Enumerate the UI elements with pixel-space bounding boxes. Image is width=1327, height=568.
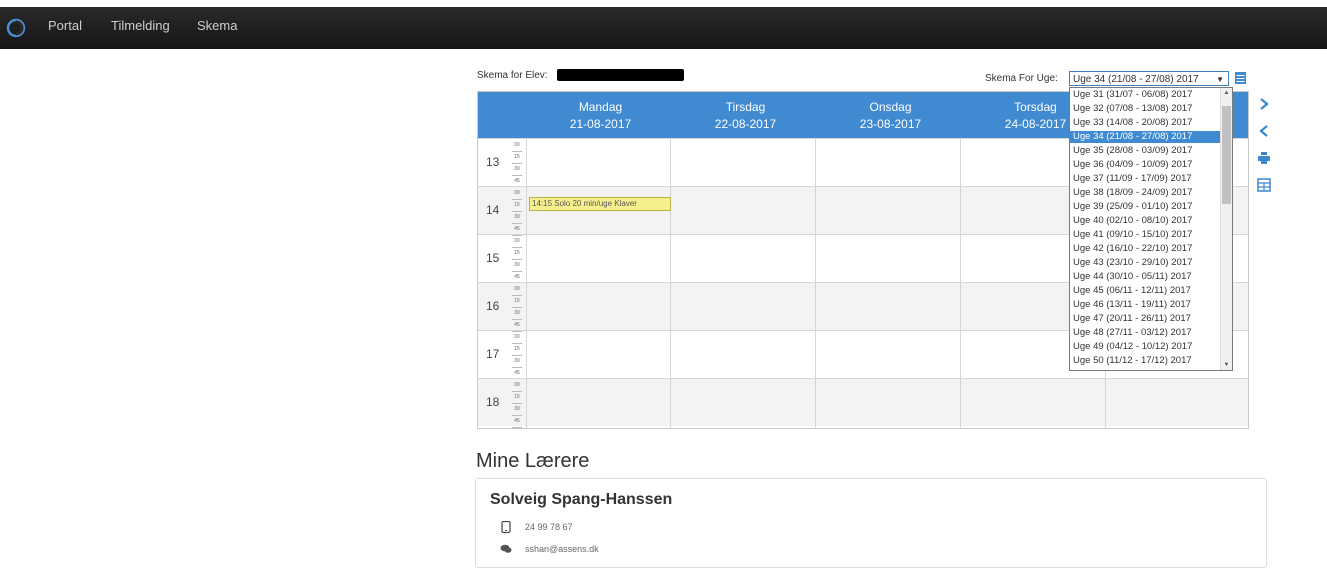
day-header: Tirsdag 22-08-2017	[673, 99, 818, 133]
week-option[interactable]: Uge 42 (16/10 - 22/10) 2017	[1070, 243, 1222, 255]
quarter-label[interactable]: 15	[512, 200, 522, 212]
quarter-label[interactable]: 30	[512, 356, 522, 368]
day-header: Mandag 21-08-2017	[528, 99, 673, 133]
quarter-label[interactable]: 30	[512, 404, 522, 416]
scrollbar-thumb[interactable]	[1222, 106, 1231, 204]
hour-row: 18 00 15 30 45	[478, 378, 1248, 428]
day-date: 22-08-2017	[714, 117, 777, 131]
week-option[interactable]: Uge 32 (07/08 - 13/08) 2017	[1070, 103, 1222, 115]
chevron-down-icon: ▼	[1216, 75, 1224, 84]
day-date: 23-08-2017	[859, 117, 922, 131]
week-select[interactable]: Uge 34 (21/08 - 27/08) 2017 ▼	[1069, 71, 1229, 86]
nav-tilmelding[interactable]: Tilmelding	[111, 18, 170, 33]
teacher-email[interactable]: sshan@assens.dk	[525, 544, 599, 554]
week-option[interactable]: Uge 50 (11/12 - 17/12) 2017	[1070, 355, 1222, 367]
week-option[interactable]: Uge 40 (02/10 - 08/10) 2017	[1070, 215, 1222, 227]
week-dropdown-list[interactable]: Uge 31 (31/07 - 06/08) 2017 Uge 32 (07/08…	[1069, 87, 1233, 371]
quarter-label[interactable]: 30	[512, 164, 522, 176]
quarter-label[interactable]: 00	[512, 188, 522, 200]
day-date: 21-08-2017	[569, 117, 632, 131]
scroll-up-icon[interactable]: ▲	[1221, 88, 1232, 98]
week-option[interactable]: Uge 49 (04/12 - 10/12) 2017	[1070, 341, 1222, 353]
column-divider	[960, 138, 961, 428]
hour-label: 17	[486, 347, 500, 361]
week-option[interactable]: Uge 39 (25/09 - 01/10) 2017	[1070, 201, 1222, 213]
quarter-label[interactable]: 00	[512, 236, 522, 248]
chat-icon	[500, 544, 512, 553]
quarter-label[interactable]: 00	[512, 140, 522, 152]
week-option[interactable]: Uge 43 (23/10 - 29/10) 2017	[1070, 257, 1222, 269]
hour-label: 18	[486, 395, 500, 409]
chevron-left-icon[interactable]	[1257, 124, 1271, 138]
print-icon[interactable]	[1257, 151, 1271, 165]
week-select-value: Uge 34 (21/08 - 27/08) 2017	[1073, 74, 1199, 85]
quarter-label[interactable]: 15	[512, 392, 522, 404]
week-option[interactable]: Uge 45 (06/11 - 12/11) 2017	[1070, 285, 1222, 297]
day-name: Mandag	[578, 100, 623, 114]
quarter-labels: 00 15 30 45	[512, 284, 522, 332]
chevron-right-icon[interactable]	[1257, 97, 1271, 111]
week-option[interactable]: Uge 48 (27/11 - 03/12) 2017	[1070, 327, 1222, 339]
teacher-phone[interactable]: 24 99 78 67	[525, 522, 573, 532]
week-option[interactable]: Uge 37 (11/09 - 17/09) 2017	[1070, 173, 1222, 185]
week-option[interactable]: Uge 47 (20/11 - 26/11) 2017	[1070, 313, 1222, 325]
column-divider	[670, 138, 671, 428]
week-option[interactable]: Uge 33 (14/08 - 20/08) 2017	[1070, 117, 1222, 129]
lesson-event[interactable]: 14:15 Solo 20 min/uge Klaver	[529, 197, 671, 211]
quarter-label[interactable]: 00	[512, 332, 522, 344]
nav-portal[interactable]: Portal	[48, 18, 82, 33]
column-divider	[815, 138, 816, 428]
week-option[interactable]: Uge 41 (09/10 - 15/10) 2017	[1070, 229, 1222, 241]
week-option[interactable]: Uge 31 (31/07 - 06/08) 2017	[1070, 89, 1222, 101]
quarter-label[interactable]: 00	[512, 380, 522, 392]
week-option[interactable]: Uge 38 (18/09 - 24/09) 2017	[1070, 187, 1222, 199]
quarter-labels: 00 15 30 45	[512, 140, 522, 188]
quarter-label[interactable]: 30	[512, 212, 522, 224]
dropdown-scrollbar[interactable]: ▲ ▼	[1220, 88, 1232, 370]
week-label: Skema For Uge:	[985, 73, 1058, 84]
table-icon[interactable]	[1257, 178, 1271, 192]
student-label: Skema for Elev:	[477, 70, 548, 81]
nav-skema[interactable]: Skema	[197, 18, 237, 33]
quarter-label[interactable]: 15	[512, 248, 522, 260]
quarter-labels: 00 15 30 45	[512, 236, 522, 284]
quarter-label[interactable]: 15	[512, 152, 522, 164]
calendar-icon[interactable]	[1235, 72, 1246, 84]
week-option[interactable]: Uge 44 (30/10 - 05/11) 2017	[1070, 271, 1222, 283]
quarter-label[interactable]: 30	[512, 308, 522, 320]
day-name: Tirsdag	[725, 100, 766, 114]
week-option[interactable]: Uge 36 (04/09 - 10/09) 2017	[1070, 159, 1222, 171]
redacted-student-name	[557, 69, 684, 81]
hour-label: 16	[486, 299, 500, 313]
day-name: Onsdag	[869, 100, 912, 114]
teachers-heading: Mine Lærere	[476, 450, 590, 472]
scroll-down-icon[interactable]: ▼	[1221, 360, 1232, 370]
quarter-labels: 00 15 30 45	[512, 332, 522, 380]
week-option[interactable]: Uge 35 (28/08 - 03/09) 2017	[1070, 145, 1222, 157]
column-divider	[526, 138, 527, 428]
hour-label: 13	[486, 155, 500, 169]
hour-label: 15	[486, 251, 500, 265]
logo-icon[interactable]	[6, 18, 26, 38]
top-navbar: Portal Tilmelding Skema	[0, 7, 1327, 49]
hour-label: 14	[486, 203, 500, 217]
quarter-label[interactable]: 15	[512, 344, 522, 356]
quarter-labels: 00 15 30 45	[512, 380, 522, 428]
day-header: Onsdag 23-08-2017	[818, 99, 963, 133]
week-option[interactable]: Uge 34 (21/08 - 27/08) 2017	[1070, 131, 1222, 143]
quarter-label[interactable]: 45	[512, 416, 522, 428]
quarter-label[interactable]: 30	[512, 260, 522, 272]
quarter-label[interactable]: 15	[512, 296, 522, 308]
quarter-labels: 00 15 30 45	[512, 188, 522, 236]
teacher-name: Solveig Spang-Hanssen	[490, 491, 673, 508]
week-option[interactable]: Uge 46 (13/11 - 19/11) 2017	[1070, 299, 1222, 311]
phone-icon	[501, 521, 511, 533]
teacher-card: Solveig Spang-Hanssen 24 99 78 67 sshan@…	[475, 478, 1267, 568]
quarter-label[interactable]: 00	[512, 284, 522, 296]
